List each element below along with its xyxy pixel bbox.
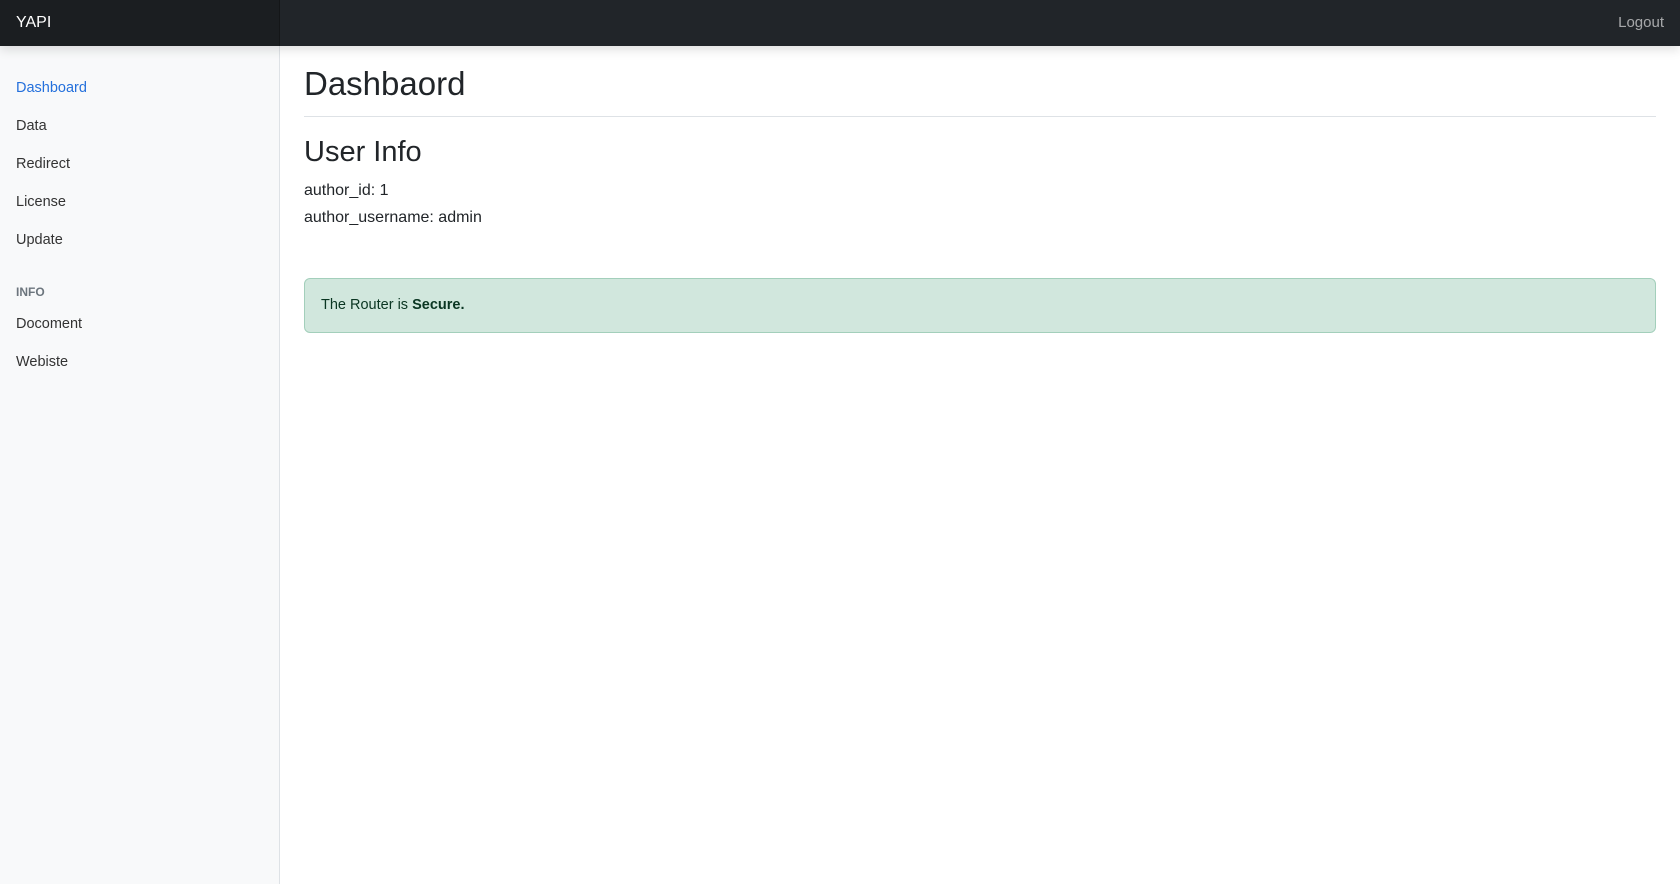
- author-id-text: author_id: 1: [304, 182, 389, 200]
- sidebar-item-website[interactable]: Webiste: [0, 344, 279, 382]
- author-username-text: author_username: admin: [304, 209, 482, 227]
- sidebar-item-document[interactable]: Docoment: [0, 306, 279, 344]
- sidebar-item-data[interactable]: Data: [0, 108, 279, 146]
- sidebar-info-nav: Docoment Webiste: [0, 306, 279, 382]
- user-info-heading: User Info: [304, 135, 422, 168]
- brand-link[interactable]: YAPI: [0, 0, 280, 46]
- page-title: Dashbaord: [304, 64, 1656, 117]
- sidebar-nav: Dashboard Data Redirect License Update: [0, 46, 279, 260]
- logout-link[interactable]: Logout: [1618, 0, 1664, 46]
- top-navbar: YAPI Logout: [0, 0, 1680, 46]
- router-status-alert: The Router is Secure.: [304, 278, 1656, 334]
- main-content: Dashbaord User Info author_id: 1 author_…: [304, 46, 1656, 334]
- alert-prefix-text: The Router is: [321, 297, 413, 314]
- alert-status-text: Secure.: [412, 297, 465, 314]
- sidebar: Dashboard Data Redirect License Update I…: [0, 46, 280, 884]
- sidebar-item-dashboard[interactable]: Dashboard: [0, 70, 279, 108]
- sidebar-item-license[interactable]: License: [0, 184, 279, 222]
- sidebar-item-redirect[interactable]: Redirect: [0, 146, 279, 184]
- sidebar-item-update[interactable]: Update: [0, 222, 279, 260]
- sidebar-heading-info: INFO: [16, 285, 45, 299]
